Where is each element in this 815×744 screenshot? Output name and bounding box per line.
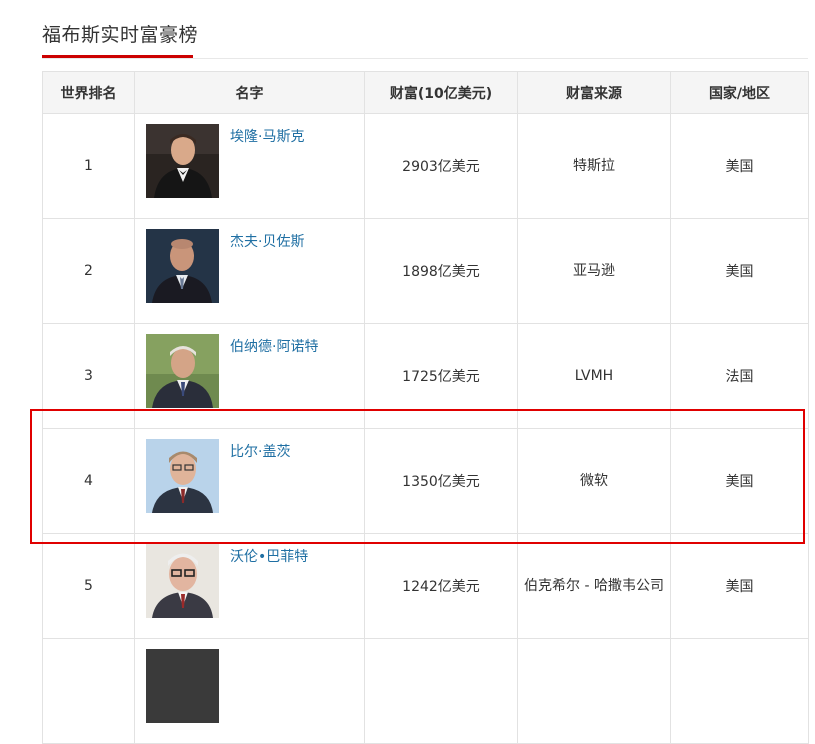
wealth-cell: 2903亿美元: [364, 113, 518, 219]
table-row: 3 伯纳德·阿诺特 1725亿美元 LVMH 法国: [42, 323, 809, 429]
rank-cell: [42, 638, 135, 744]
country-cell: 美国: [670, 428, 809, 534]
rich-list-table: 世界排名 名字 财富(10亿美元) 财富来源 国家/地区 1 埃隆·马斯克 29…: [42, 71, 809, 744]
table-header-row: 世界排名 名字 财富(10亿美元) 财富来源 国家/地区: [42, 71, 809, 114]
avatar-photo[interactable]: [146, 334, 219, 408]
source-cell: 伯克希尔 - 哈撒韦公司: [517, 533, 671, 639]
source-cell: [517, 638, 671, 744]
rank-cell: 1: [42, 113, 135, 219]
table-row: 4 比尔·盖茨 1350亿美元 微软 美国: [42, 428, 809, 534]
country-cell: [670, 638, 809, 744]
avatar-photo[interactable]: [146, 544, 219, 618]
name-cell: 比尔·盖茨: [134, 428, 365, 534]
person-name-link[interactable]: 比尔·盖茨: [230, 441, 290, 461]
rank-cell: 5: [42, 533, 135, 639]
source-cell: 特斯拉: [517, 113, 671, 219]
country-cell: 美国: [670, 218, 809, 324]
avatar-photo[interactable]: [146, 649, 219, 723]
table-row: 1 埃隆·马斯克 2903亿美元 特斯拉 美国: [42, 113, 809, 219]
avatar-photo[interactable]: [146, 439, 219, 513]
wealth-cell: 1898亿美元: [364, 218, 518, 324]
country-cell: 美国: [670, 533, 809, 639]
page-title: 福布斯实时富豪榜: [42, 24, 199, 46]
table-row: 2 杰夫·贝佐斯 1898亿美元 亚马逊 美国: [42, 218, 809, 324]
source-cell: 微软: [517, 428, 671, 534]
name-cell: 埃隆·马斯克: [134, 113, 365, 219]
rank-cell: 4: [42, 428, 135, 534]
header-source: 财富来源: [517, 71, 671, 114]
person-name-link[interactable]: 沃伦•巴菲特: [230, 546, 308, 566]
wealth-cell: 1242亿美元: [364, 533, 518, 639]
wealth-cell: 1725亿美元: [364, 323, 518, 429]
source-cell: 亚马逊: [517, 218, 671, 324]
source-cell: LVMH: [517, 323, 671, 429]
header-wealth: 财富(10亿美元): [364, 71, 518, 114]
header-country: 国家/地区: [670, 71, 809, 114]
rank-cell: 2: [42, 218, 135, 324]
wealth-cell: 1350亿美元: [364, 428, 518, 534]
rank-cell: 3: [42, 323, 135, 429]
name-cell: 沃伦•巴菲特: [134, 533, 365, 639]
name-cell: 伯纳德·阿诺特: [134, 323, 365, 429]
name-cell: 杰夫·贝佐斯: [134, 218, 365, 324]
person-name-link[interactable]: 杰夫·贝佐斯: [230, 231, 304, 251]
country-cell: 美国: [670, 113, 809, 219]
avatar-photo[interactable]: [146, 124, 219, 198]
table-row: [42, 638, 809, 744]
person-name-link[interactable]: 伯纳德·阿诺特: [230, 336, 318, 356]
header-rank: 世界排名: [42, 71, 135, 114]
table-row: 5 沃伦•巴菲特 1242亿美元 伯克希尔 - 哈撒韦公司 美国: [42, 533, 809, 639]
wealth-cell: [364, 638, 518, 744]
header-name: 名字: [134, 71, 365, 114]
name-cell: [134, 638, 365, 744]
country-cell: 法国: [670, 323, 809, 429]
avatar-photo[interactable]: [146, 229, 219, 303]
title-divider: [42, 58, 808, 59]
person-name-link[interactable]: 埃隆·马斯克: [230, 126, 304, 146]
